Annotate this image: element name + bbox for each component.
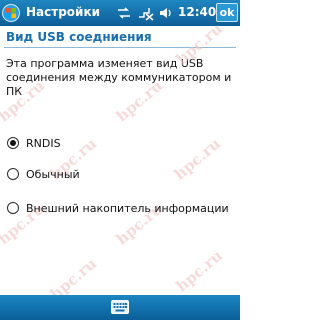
radio-option-rndis[interactable]: RNDIS xyxy=(7,135,61,151)
clock[interactable]: 12:40 xyxy=(178,5,216,19)
radio-label[interactable]: Внешний накопитель информации xyxy=(26,202,229,215)
radio-option-external-storage[interactable]: Внешний накопитель информации xyxy=(7,200,229,216)
windows-logo-icon[interactable] xyxy=(2,4,20,22)
radio-button[interactable] xyxy=(7,168,19,180)
connectivity-icon[interactable] xyxy=(116,5,132,21)
page-title: Вид USB соедниения xyxy=(6,30,152,44)
radio-button[interactable] xyxy=(7,137,19,149)
description-text: Эта программа изменяет вид USB соединени… xyxy=(6,57,232,98)
header-divider xyxy=(4,47,236,48)
watermark: hpc.ru xyxy=(172,246,226,296)
signal-off-icon[interactable] xyxy=(138,5,154,21)
status-bar: Настройки 12:40 ok xyxy=(0,0,240,26)
watermark: hpc.ru xyxy=(170,134,224,184)
radio-button[interactable] xyxy=(7,202,19,214)
ok-button[interactable]: ok xyxy=(216,3,238,22)
keyboard-icon[interactable] xyxy=(111,300,129,314)
volume-icon[interactable] xyxy=(158,5,174,21)
app-title[interactable]: Настройки xyxy=(26,5,100,19)
radio-option-normal[interactable]: Обычный xyxy=(7,166,80,182)
radio-label[interactable]: Обычный xyxy=(26,168,80,181)
radio-label[interactable]: RNDIS xyxy=(26,137,61,150)
